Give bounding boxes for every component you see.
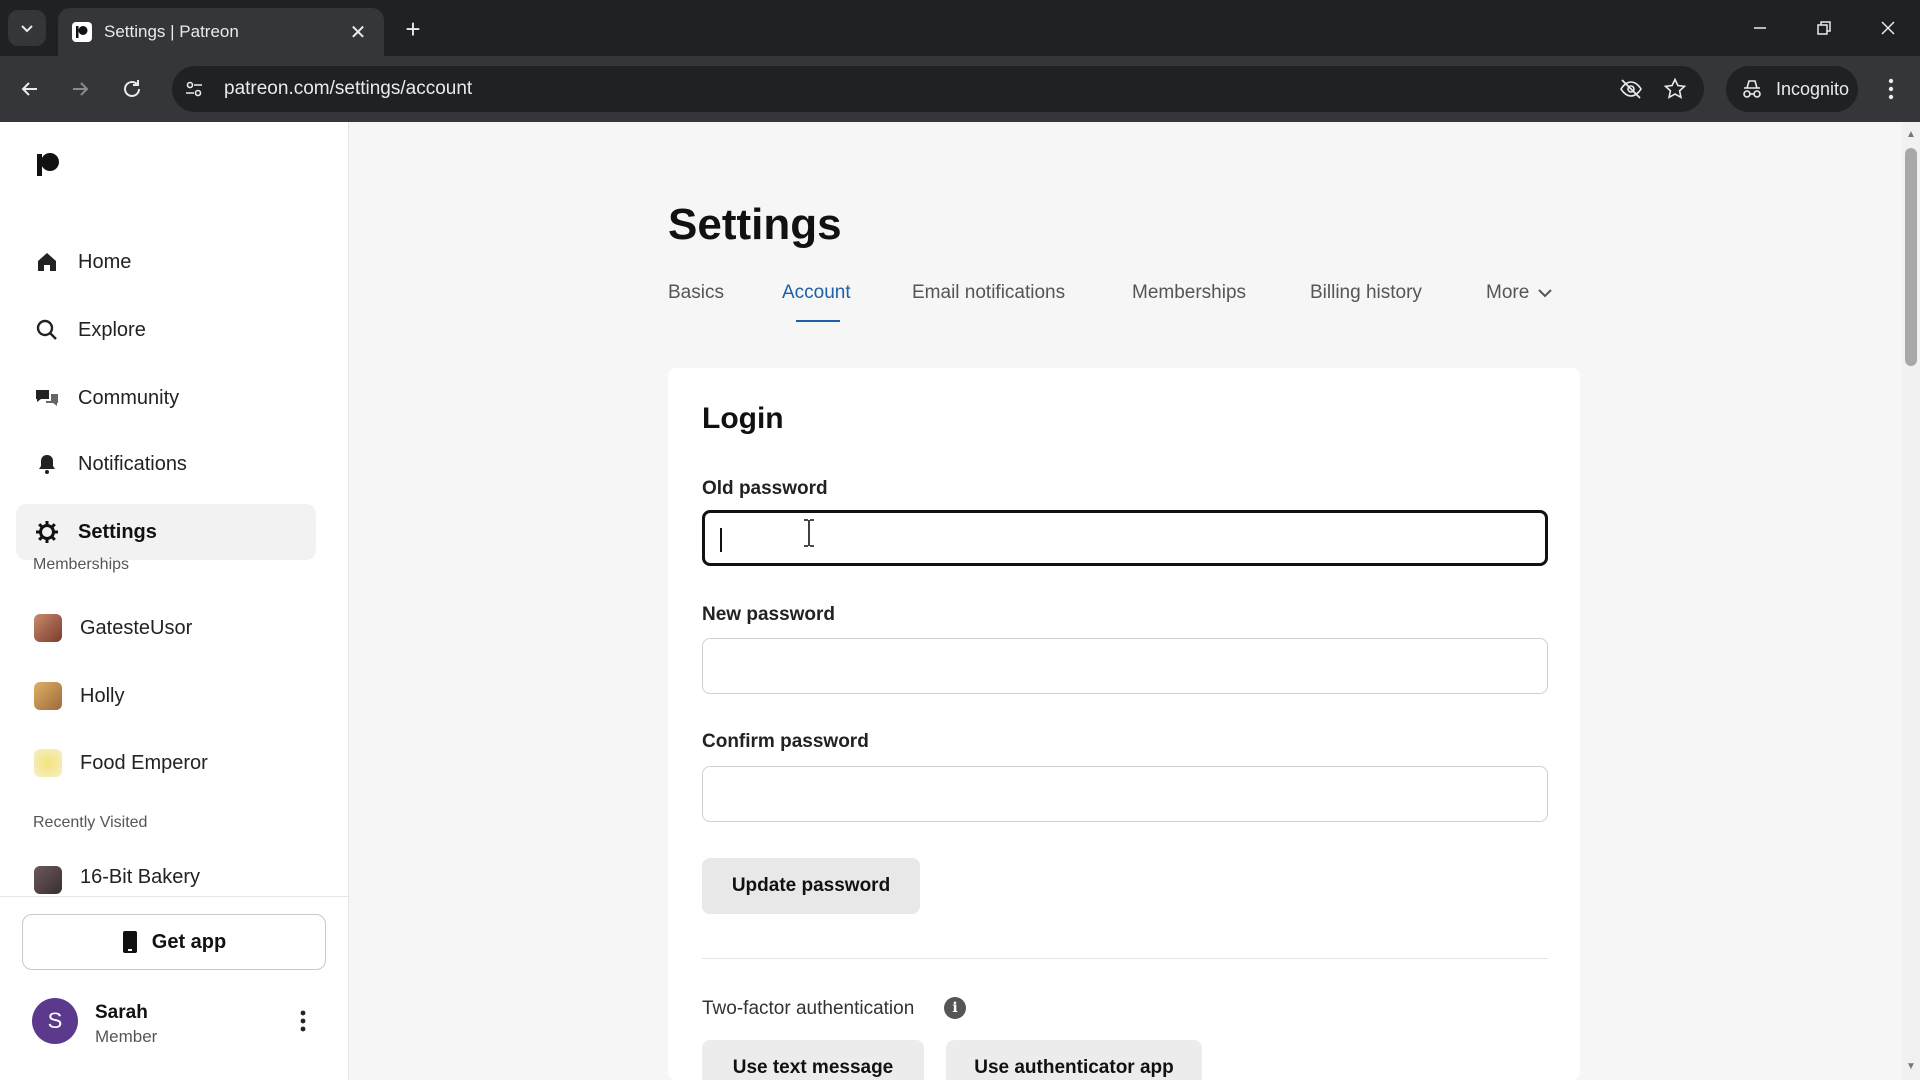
use-authenticator-app-button[interactable]: Use authenticator app <box>946 1040 1202 1080</box>
sidebar-item-settings[interactable]: Settings <box>16 504 316 560</box>
patreon-favicon-icon <box>72 22 92 42</box>
incognito-icon <box>1743 80 1761 98</box>
info-icon[interactable]: i <box>944 997 966 1019</box>
sidebar-item-notifications[interactable]: Notifications <box>16 436 316 492</box>
new-tab-icon[interactable]: + <box>398 14 428 44</box>
new-password-label: New password <box>702 604 836 625</box>
tab-billing-history[interactable]: Billing history <box>1310 282 1422 304</box>
home-icon <box>34 249 60 275</box>
sidebar-item-label: Settings <box>78 520 157 543</box>
recent-label: 16-Bit Bakery <box>80 866 201 888</box>
old-password-field[interactable] <box>702 510 1548 566</box>
browser-menu-icon[interactable] <box>1876 74 1906 104</box>
text-cursor-icon <box>804 519 814 547</box>
sidebar-membership-item[interactable]: Food Emperor <box>16 739 316 787</box>
restore-icon[interactable] <box>1804 12 1844 44</box>
sidebar-item-label: Notifications <box>78 452 187 475</box>
user-menu-icon[interactable] <box>290 1002 316 1040</box>
scroll-down-icon[interactable]: ▼ <box>1905 1060 1917 1072</box>
avatar[interactable]: S <box>32 998 78 1044</box>
sidebar-membership-item[interactable]: GatesteUsor <box>16 604 316 652</box>
back-icon[interactable] <box>14 73 46 105</box>
reload-icon[interactable] <box>116 73 148 105</box>
use-text-message-button[interactable]: Use text message <box>702 1040 924 1080</box>
sidebar-item-home[interactable]: Home <box>16 234 316 290</box>
sidebar-item-label: Home <box>78 250 132 273</box>
scroll-up-icon[interactable]: ▲ <box>1905 128 1917 140</box>
tab-more[interactable]: More <box>1486 282 1553 304</box>
sidebar-item-label: Community <box>78 386 180 409</box>
confirm-password-label: Confirm password <box>702 731 869 752</box>
tab-close-icon[interactable]: ✕ <box>346 20 370 45</box>
phone-icon <box>122 931 137 953</box>
sidebar-item-explore[interactable]: Explore <box>16 302 316 358</box>
chevron-down-icon <box>21 25 33 33</box>
get-app-label: Get app <box>151 930 227 953</box>
patreon-logo-icon[interactable] <box>36 152 60 178</box>
card-divider <box>702 958 1548 959</box>
browser-tab[interactable]: Settings | Patreon ✕ <box>58 8 384 56</box>
input-caret <box>720 528 722 552</box>
chat-icon <box>34 385 60 411</box>
forward-icon[interactable] <box>64 73 96 105</box>
memberships-heading: Memberships <box>33 556 130 573</box>
creator-avatar <box>34 866 62 894</box>
two-factor-label: Two-factor authentication <box>702 998 915 1019</box>
bell-icon <box>34 451 60 477</box>
sidebar-membership-item[interactable]: Holly <box>16 672 316 720</box>
search-icon <box>34 317 60 343</box>
creator-avatar <box>34 614 62 642</box>
scrollbar-thumb[interactable] <box>1905 148 1917 366</box>
sidebar-divider <box>0 896 349 897</box>
url-text[interactable]: patreon.com/settings/account <box>224 78 1616 100</box>
creator-avatar <box>34 749 62 777</box>
gear-icon <box>34 519 60 545</box>
user-role: Member <box>95 1027 158 1046</box>
chevron-down-icon <box>1538 289 1553 298</box>
tab-basics[interactable]: Basics <box>668 282 724 304</box>
sidebar: Home Explore Community Notifications Set… <box>0 122 349 1080</box>
incognito-indicator[interactable]: Incognito <box>1726 66 1858 112</box>
get-app-button[interactable]: Get app <box>22 914 326 970</box>
new-password-field[interactable] <box>702 638 1548 694</box>
tab-memberships[interactable]: Memberships <box>1132 282 1246 304</box>
confirm-password-field[interactable] <box>702 766 1548 822</box>
old-password-label: Old password <box>702 478 828 499</box>
membership-label: GatesteUsor <box>80 616 193 639</box>
tab-title: Settings | Patreon <box>104 22 239 41</box>
login-card: Login Old password New password Confirm … <box>668 368 1580 1080</box>
creator-avatar <box>34 682 62 710</box>
active-tab-indicator <box>796 320 840 322</box>
bookmark-star-icon[interactable] <box>1660 74 1690 104</box>
membership-label: Holly <box>80 684 125 707</box>
page-title: Settings <box>668 200 842 249</box>
browser-tabstrip: Settings | Patreon ✕ + <box>0 0 1920 56</box>
eye-off-icon[interactable] <box>1616 74 1646 104</box>
site-settings-icon[interactable] <box>182 77 206 101</box>
tab-email-notifications[interactable]: Email notifications <box>912 282 1065 304</box>
sidebar-item-community[interactable]: Community <box>16 370 316 426</box>
update-password-button[interactable]: Update password <box>702 858 920 914</box>
incognito-label: Incognito <box>1776 78 1850 99</box>
login-heading: Login <box>702 402 784 435</box>
membership-label: Food Emperor <box>80 751 208 774</box>
recently-visited-heading: Recently Visited <box>33 814 148 831</box>
minimize-icon[interactable] <box>1740 12 1780 44</box>
sidebar-item-label: Explore <box>78 318 146 341</box>
browser-toolbar: patreon.com/settings/account Incognito <box>0 56 1920 122</box>
tab-search-button[interactable] <box>8 10 46 46</box>
tab-more-label: More <box>1486 282 1530 303</box>
address-bar[interactable]: patreon.com/settings/account <box>172 66 1704 112</box>
close-window-icon[interactable] <box>1868 12 1908 44</box>
sidebar-recent-item[interactable]: 16-Bit Bakery <box>16 862 316 896</box>
user-name: Sarah <box>95 1002 148 1023</box>
tab-account[interactable]: Account <box>782 282 851 304</box>
